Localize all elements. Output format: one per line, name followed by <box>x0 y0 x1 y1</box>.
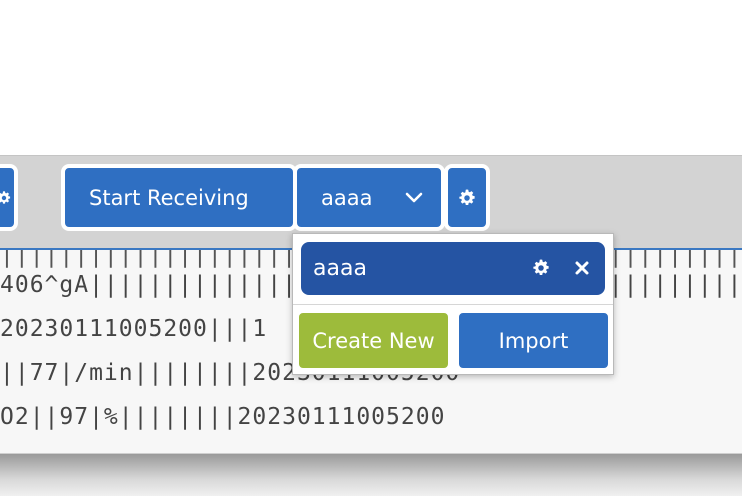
dropdown-divider <box>293 304 613 305</box>
start-receiving-button[interactable]: Start Receiving <box>61 164 297 231</box>
profile-dropdown-menu: aaaa Create New Import <box>292 233 614 375</box>
profile-option-aaaa[interactable]: aaaa <box>301 242 605 295</box>
app-window: Start Receiving aaaa |||||||||||||||||||… <box>0 0 742 496</box>
gear-icon <box>0 190 12 206</box>
footer-shadow <box>0 454 742 496</box>
log-line: O2||97|%||||||||20230111005200 <box>0 404 446 430</box>
profile-settings-button[interactable] <box>444 164 490 231</box>
create-new-button[interactable]: Create New <box>295 309 452 372</box>
log-line: 20230111005200|||1 <box>0 316 268 342</box>
profile-select[interactable]: aaaa <box>293 164 445 231</box>
import-button[interactable]: Import <box>455 309 612 372</box>
create-new-label: Create New <box>312 328 435 353</box>
close-icon[interactable] <box>573 259 591 277</box>
chevron-down-icon <box>405 192 423 204</box>
gear-icon <box>457 188 477 208</box>
profile-option-label: aaaa <box>313 256 367 281</box>
import-label: Import <box>498 328 569 353</box>
gear-button-left[interactable] <box>0 164 18 231</box>
gear-icon[interactable] <box>531 258 551 278</box>
start-receiving-label: Start Receiving <box>89 185 249 210</box>
profile-select-value: aaaa <box>321 185 373 210</box>
